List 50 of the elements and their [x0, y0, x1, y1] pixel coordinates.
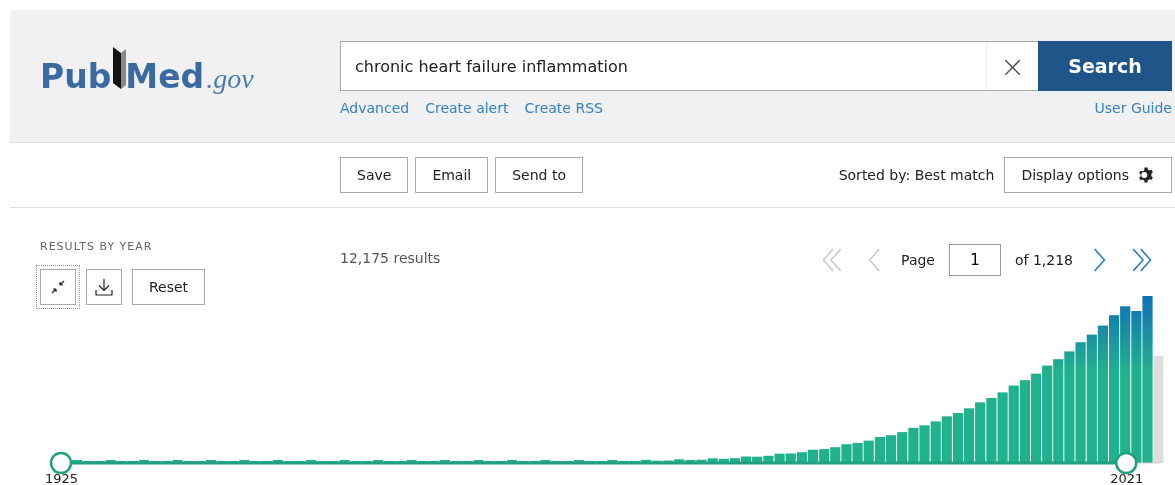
- search-link[interactable]: Advanced: [340, 100, 410, 116]
- histogram-bar: [997, 392, 1008, 463]
- year-label: 1925: [45, 471, 79, 485]
- download-button[interactable]: [86, 269, 122, 305]
- histogram-bar: [796, 452, 807, 463]
- search-link[interactable]: Create alert: [425, 100, 509, 116]
- slider-handle[interactable]: [1115, 451, 1138, 475]
- histogram-bar: [986, 398, 997, 463]
- section-title: RESULTS BY YEAR: [40, 240, 154, 253]
- histogram-bar: [897, 432, 908, 463]
- histogram-bar: [952, 413, 964, 463]
- user-guide-link[interactable]: User Guide: [1094, 100, 1172, 116]
- download-icon: [94, 277, 114, 297]
- logo-text: Pub: [40, 60, 112, 93]
- histogram-bar: [919, 425, 930, 463]
- page-count: of 1,218: [1014, 252, 1073, 268]
- histogram-bar: [819, 449, 830, 463]
- histogram-bar: [886, 435, 897, 463]
- histogram-bar: [807, 449, 819, 463]
- histogram-bar: [774, 453, 785, 463]
- histogram-bar: [785, 453, 796, 463]
- slider-handle[interactable]: [49, 451, 73, 475]
- reset-button[interactable]: Reset: [132, 269, 206, 305]
- histogram-bar: [908, 427, 919, 463]
- display-options-button[interactable]: Display options: [1004, 157, 1172, 193]
- histogram-bar: [874, 437, 885, 463]
- sort-label: Sorted by: Best match: [838, 167, 995, 183]
- histogram-bar: [841, 444, 852, 463]
- action-button[interactable]: Send to: [495, 157, 583, 193]
- logo-suffix: .gov: [206, 65, 254, 93]
- histogram-bar: [975, 402, 986, 463]
- histogram-bar: [852, 443, 863, 463]
- year-label: 2021: [1110, 471, 1144, 485]
- search-button[interactable]: Search: [1038, 41, 1172, 91]
- search-link[interactable]: Create RSS: [524, 100, 603, 116]
- logo-text: Med: [125, 60, 205, 93]
- action-button[interactable]: Save: [340, 157, 409, 193]
- settings-icon: [1137, 166, 1155, 184]
- collapse-icon: [50, 279, 66, 295]
- action-button[interactable]: Email: [415, 157, 489, 193]
- histogram-bar: [941, 416, 952, 463]
- histogram-bar: [830, 447, 841, 463]
- histogram-bar: [930, 421, 941, 463]
- search-field[interactable]: chronic heart failure inflammation ×: [340, 41, 1038, 91]
- page-label: Page: [901, 252, 935, 268]
- chevron-icon: [1091, 247, 1107, 273]
- histogram-bar: [863, 440, 874, 463]
- results-count: 12,175 results: [340, 250, 441, 268]
- histogram-bar: [964, 408, 975, 463]
- page-field[interactable]: 1: [948, 244, 1001, 276]
